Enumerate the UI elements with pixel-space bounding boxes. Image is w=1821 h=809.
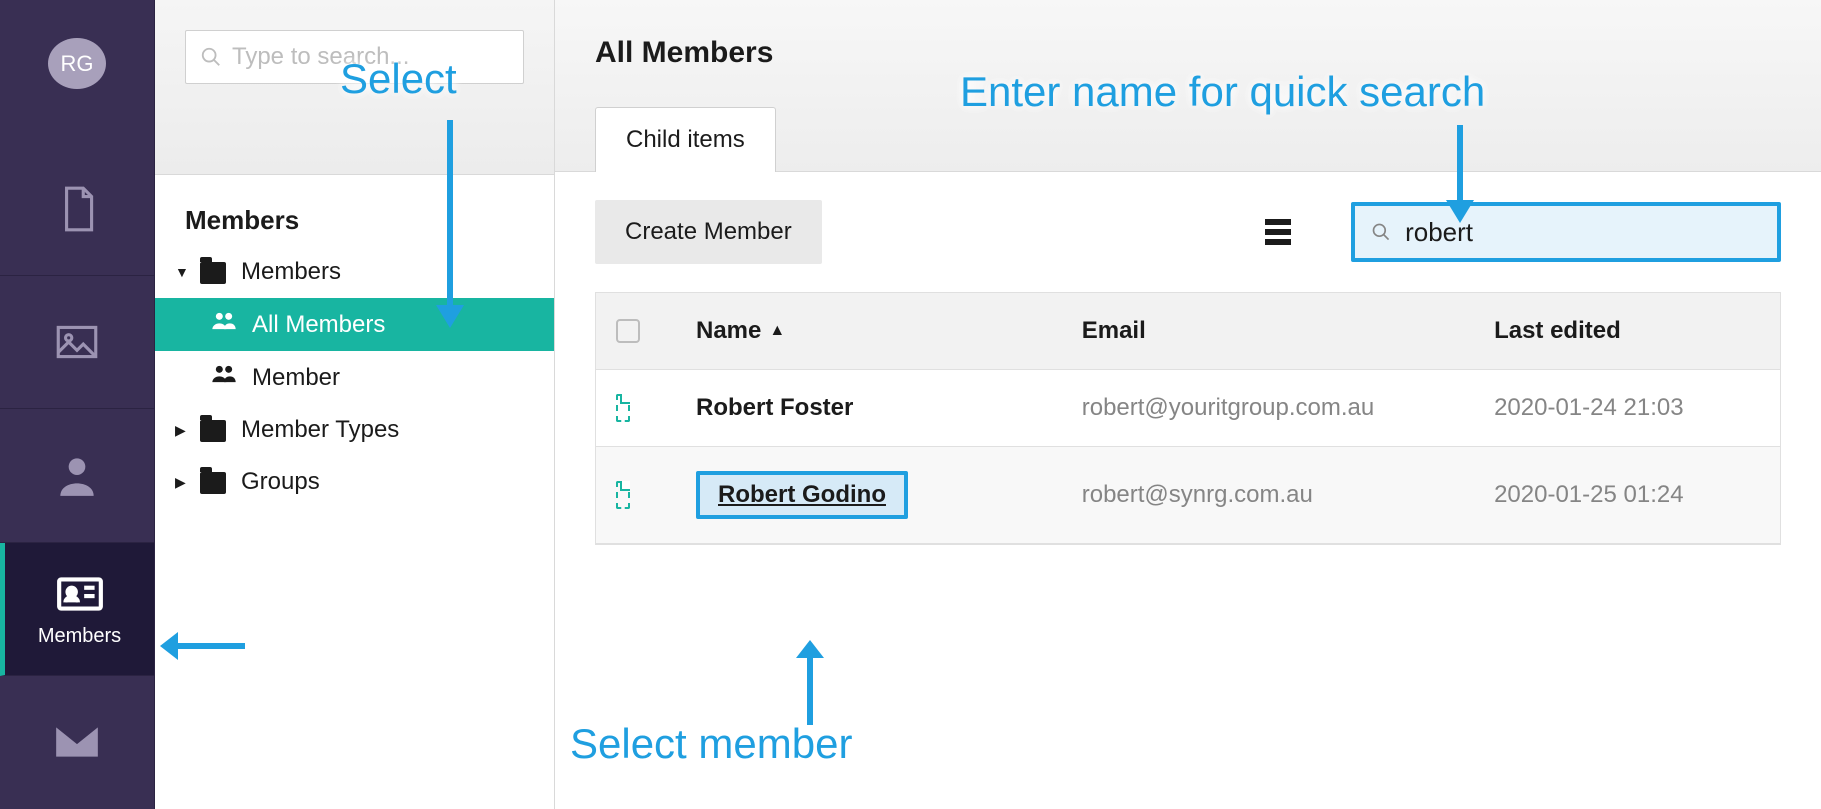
member-search-input[interactable]	[1405, 217, 1761, 248]
icon-rail: RG Members	[0, 0, 155, 809]
folder-icon	[200, 262, 226, 284]
rail-item-members[interactable]: Members	[0, 543, 154, 676]
tree-node-label: Groups	[241, 468, 320, 496]
rail-label-members: Members	[38, 625, 121, 648]
members-group-icon	[210, 363, 238, 392]
tab-child-items[interactable]: Child items	[595, 107, 776, 172]
rail-item-users[interactable]	[0, 409, 154, 542]
tree-heading: Members	[155, 175, 554, 246]
image-icon	[52, 317, 102, 367]
column-header-name[interactable]: Name▲	[676, 293, 1062, 369]
tree-node-groups[interactable]: ▶ Groups	[155, 456, 554, 508]
cell-email: robert@synrg.com.au	[1062, 447, 1474, 543]
table-header: Name▲ Email Last edited	[596, 293, 1780, 370]
folder-icon	[200, 472, 226, 494]
tree-node-label: All Members	[252, 311, 385, 339]
tree-panel: Type to search... Members ▼ Members All …	[155, 0, 555, 809]
highlighted-member[interactable]: Robert Godino	[696, 471, 908, 519]
user-icon	[52, 450, 102, 500]
caret-down-icon: ▼	[175, 264, 193, 280]
tree-node-label: Members	[241, 258, 341, 286]
main-panel: All Members Child items Create Member Na…	[555, 0, 1821, 809]
rail-item-content[interactable]	[0, 143, 154, 276]
cell-name: Robert Foster	[676, 370, 1062, 446]
sort-asc-icon: ▲	[769, 322, 785, 340]
tree-node-member-types[interactable]: ▶ Member Types	[155, 404, 554, 456]
tree-node-label: Member	[252, 364, 340, 392]
tree-node-label: Member Types	[241, 416, 399, 444]
cell-last-edited: 2020-01-24 21:03	[1474, 370, 1780, 446]
caret-right-icon: ▶	[175, 474, 193, 491]
id-card-icon	[55, 569, 105, 619]
page-title: All Members	[595, 36, 1781, 70]
mail-icon	[52, 717, 102, 767]
rail-item-mail[interactable]	[0, 676, 154, 809]
folder-icon	[200, 420, 226, 442]
document-icon	[616, 394, 630, 422]
search-icon	[200, 46, 222, 68]
document-icon	[52, 184, 102, 234]
cell-email: robert@youritgroup.com.au	[1062, 370, 1474, 446]
cell-name: Robert Godino	[676, 447, 1062, 543]
tree-search-input[interactable]: Type to search...	[185, 30, 524, 84]
create-member-button[interactable]: Create Member	[595, 200, 822, 264]
caret-right-icon: ▶	[175, 422, 193, 439]
avatar[interactable]: RG	[48, 38, 106, 89]
document-icon	[616, 481, 630, 509]
select-all-checkbox[interactable]	[616, 319, 640, 343]
tree-node-member[interactable]: Member	[155, 351, 554, 404]
list-view-icon[interactable]	[1265, 219, 1291, 245]
tree-node-all-members[interactable]: All Members	[155, 298, 554, 351]
member-search-box[interactable]	[1351, 202, 1781, 262]
search-icon	[1371, 221, 1391, 243]
table-row[interactable]: Robert Godino robert@synrg.com.au 2020-0…	[596, 447, 1780, 544]
tree-node-members[interactable]: ▼ Members	[155, 246, 554, 298]
members-table: Name▲ Email Last edited Robert Foster ro…	[595, 292, 1781, 545]
members-group-icon	[210, 310, 238, 339]
column-header-last-edited[interactable]: Last edited	[1474, 293, 1780, 369]
rail-item-media[interactable]	[0, 276, 154, 409]
table-row[interactable]: Robert Foster robert@youritgroup.com.au …	[596, 370, 1780, 447]
tree-search-placeholder: Type to search...	[232, 43, 409, 71]
cell-last-edited: 2020-01-25 01:24	[1474, 447, 1780, 543]
column-header-email[interactable]: Email	[1062, 293, 1474, 369]
